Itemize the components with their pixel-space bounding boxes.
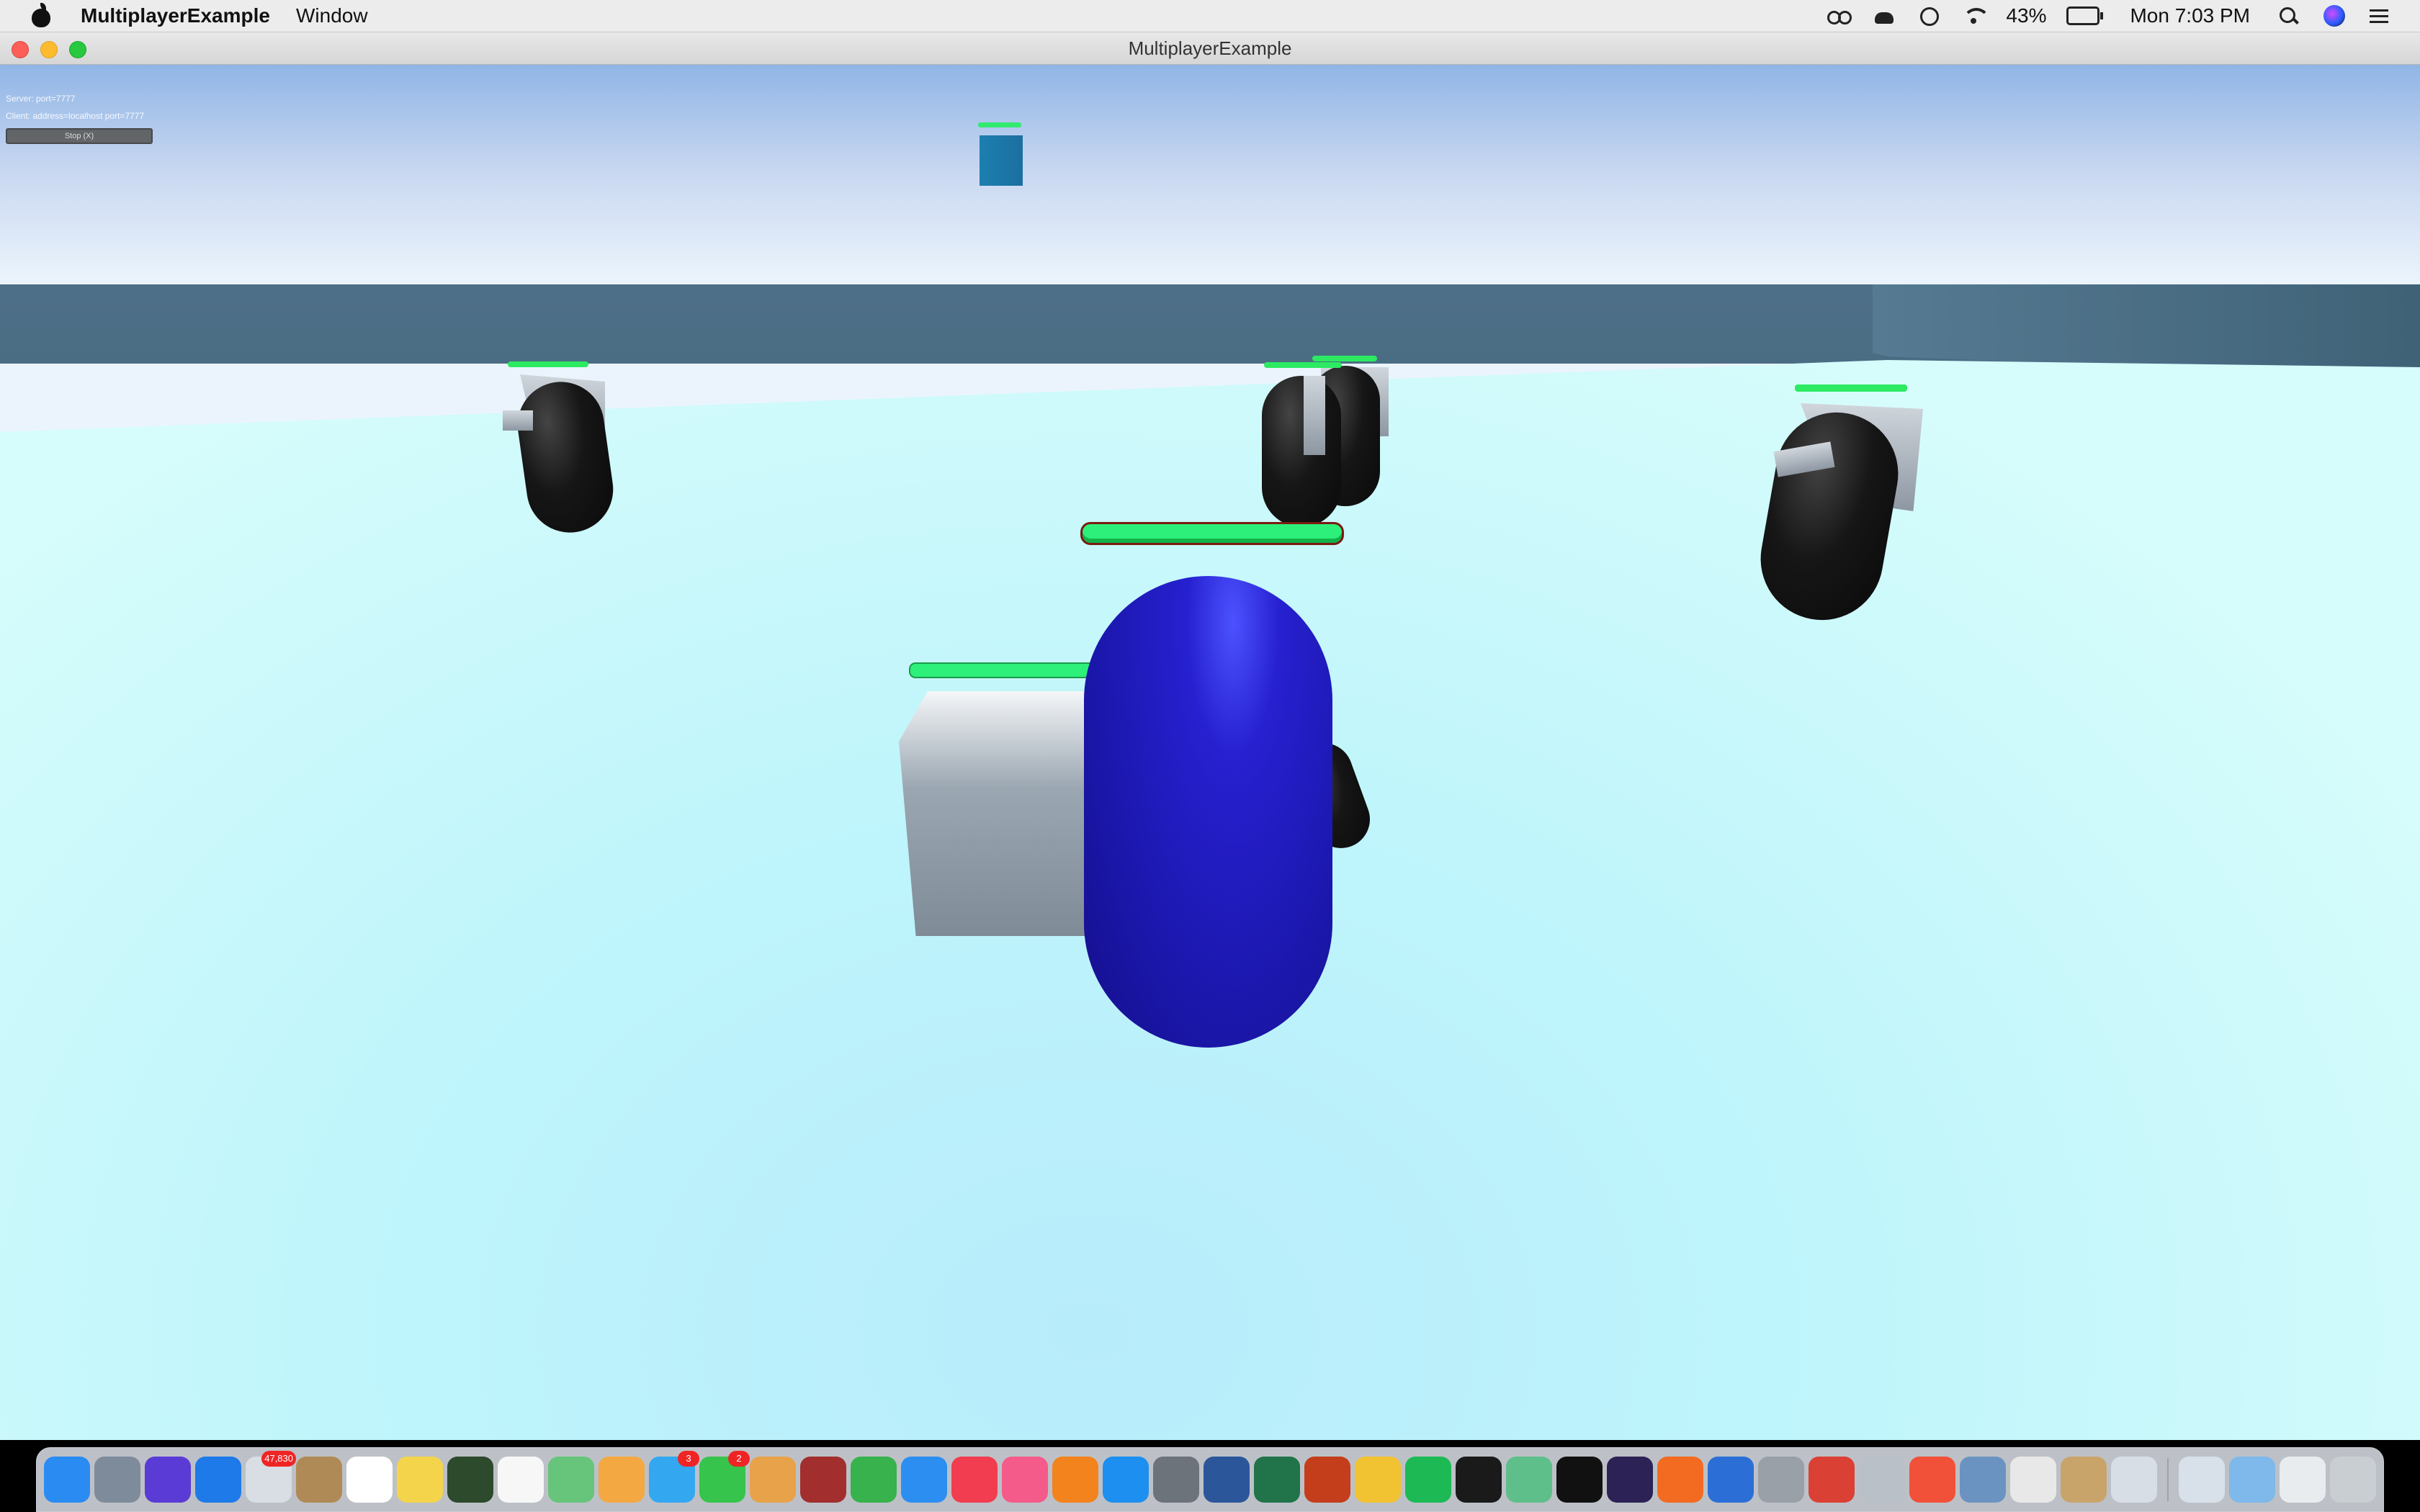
menu-window[interactable]: Window <box>296 4 368 27</box>
spotlight-icon[interactable] <box>2277 6 2302 25</box>
do-not-disturb-icon[interactable] <box>1917 6 1941 26</box>
status-area: 43% Mon 7:03 PM <box>1827 0 2391 32</box>
wifi-icon[interactable] <box>1961 6 1991 25</box>
notification-center-icon[interactable] <box>2367 6 2391 25</box>
window-titlebar: MultiplayerExample <box>0 32 2420 65</box>
tex-icon[interactable] <box>1758 1457 1804 1503</box>
mission-control-icon[interactable] <box>447 1457 493 1503</box>
enemy-health-bar <box>1312 356 1377 361</box>
notification-badge: 2 <box>728 1451 750 1467</box>
game-viewport[interactable]: Server: port=7777 Client: address=localh… <box>0 65 2420 1440</box>
contacts-icon[interactable] <box>296 1457 342 1503</box>
todoist-icon[interactable] <box>1809 1457 1855 1503</box>
keynote-icon[interactable] <box>901 1457 947 1503</box>
close-window-button[interactable] <box>12 41 29 58</box>
notification-badge: 47,830 <box>261 1451 296 1467</box>
xcode-icon[interactable] <box>2111 1457 2157 1503</box>
menu-bar: MultiplayerExample Window 43% Mon 7:03 P… <box>0 0 2420 32</box>
folder-stack-icon[interactable] <box>2229 1457 2275 1503</box>
enemy-health-bar <box>1795 384 1907 392</box>
photos-icon[interactable] <box>599 1457 645 1503</box>
minimize-window-button[interactable] <box>40 41 58 58</box>
unity-icon[interactable] <box>2010 1457 2056 1503</box>
player-capsule[interactable] <box>1084 576 1332 1048</box>
documents-stack-icon[interactable] <box>2280 1457 2326 1503</box>
player-health-bar <box>1080 522 1344 545</box>
news-icon[interactable] <box>951 1457 998 1503</box>
menu-clock[interactable]: Mon 7:03 PM <box>2130 4 2250 27</box>
dictionary-icon[interactable] <box>800 1457 846 1503</box>
system-preferences-icon[interactable] <box>1153 1457 1199 1503</box>
itunes-icon[interactable] <box>1002 1457 1048 1503</box>
enemy-gun <box>1304 376 1325 455</box>
cloud-icon[interactable] <box>1872 6 1896 25</box>
calendar-icon[interactable] <box>346 1457 393 1503</box>
reminders-icon[interactable] <box>498 1457 544 1503</box>
preview-icon[interactable] <box>750 1457 796 1503</box>
network-utility-icon[interactable] <box>1960 1457 2006 1503</box>
cube-health-bar <box>978 122 1021 127</box>
numbers-icon[interactable] <box>851 1457 897 1503</box>
enemy-gun-barrel <box>503 410 533 431</box>
enemy-health-bar <box>1264 362 1342 368</box>
battery-percent: 43% <box>2006 4 2047 27</box>
server-status-text: Server: port=7777 <box>6 94 76 104</box>
app-store-icon[interactable] <box>1103 1457 1149 1503</box>
swift-playgrounds-icon[interactable] <box>1909 1457 1955 1503</box>
dock-separator <box>2167 1458 2169 1501</box>
enemy-health-bar <box>508 361 588 367</box>
maps-icon[interactable] <box>548 1457 594 1503</box>
zoom-window-button[interactable] <box>69 41 86 58</box>
terminal-icon[interactable] <box>1456 1457 1502 1503</box>
chrome-icon[interactable] <box>1355 1457 1401 1503</box>
obstacle-box <box>899 691 1093 936</box>
dock: 47,830 3 2 <box>36 1447 2384 1512</box>
downloads-stack-icon[interactable] <box>2179 1457 2225 1503</box>
client-status-text: Client: address=localhost port=7777 <box>6 111 145 121</box>
enemy-capsule <box>1262 376 1341 527</box>
glasses-icon[interactable] <box>1827 6 1852 25</box>
excel-icon[interactable] <box>1254 1457 1300 1503</box>
notification-badge: 3 <box>678 1451 699 1467</box>
firefox-icon[interactable] <box>1657 1457 1703 1503</box>
trash-icon[interactable] <box>2330 1457 2376 1503</box>
box-health-bar <box>909 662 1099 678</box>
pro-app-icon[interactable] <box>1859 1457 1905 1503</box>
eclipse-icon[interactable] <box>1607 1457 1653 1503</box>
launchpad-icon[interactable] <box>94 1457 140 1503</box>
siri-menu-icon[interactable] <box>2322 5 2347 27</box>
atom-icon[interactable] <box>1506 1457 1552 1503</box>
mail-icon[interactable]: 47,830 <box>246 1451 296 1503</box>
intellij-icon[interactable] <box>1556 1457 1603 1503</box>
books-icon[interactable] <box>1052 1457 1098 1503</box>
app-menu[interactable]: MultiplayerExample <box>81 4 270 27</box>
word-icon[interactable] <box>1204 1457 1250 1503</box>
battery-icon[interactable] <box>2066 6 2104 25</box>
notes-icon[interactable] <box>397 1457 443 1503</box>
stop-button[interactable]: Stop (X) <box>6 128 153 144</box>
archive-icon[interactable] <box>2061 1457 2107 1503</box>
finder-icon[interactable] <box>44 1457 90 1503</box>
spotify-icon[interactable] <box>1405 1457 1451 1503</box>
siri-icon[interactable] <box>145 1457 191 1503</box>
network-hud: Server: port=7777 Client: address=localh… <box>6 94 153 151</box>
powerpoint-icon[interactable] <box>1304 1457 1350 1503</box>
facetime-icon[interactable]: 2 <box>699 1451 750 1503</box>
apple-menu-icon[interactable] <box>30 3 52 27</box>
safari-icon[interactable] <box>195 1457 241 1503</box>
floating-cube <box>980 135 1023 186</box>
firefox-dev-icon[interactable] <box>1708 1457 1754 1503</box>
window-title: MultiplayerExample <box>1128 37 1292 59</box>
messages-icon[interactable]: 3 <box>649 1451 699 1503</box>
